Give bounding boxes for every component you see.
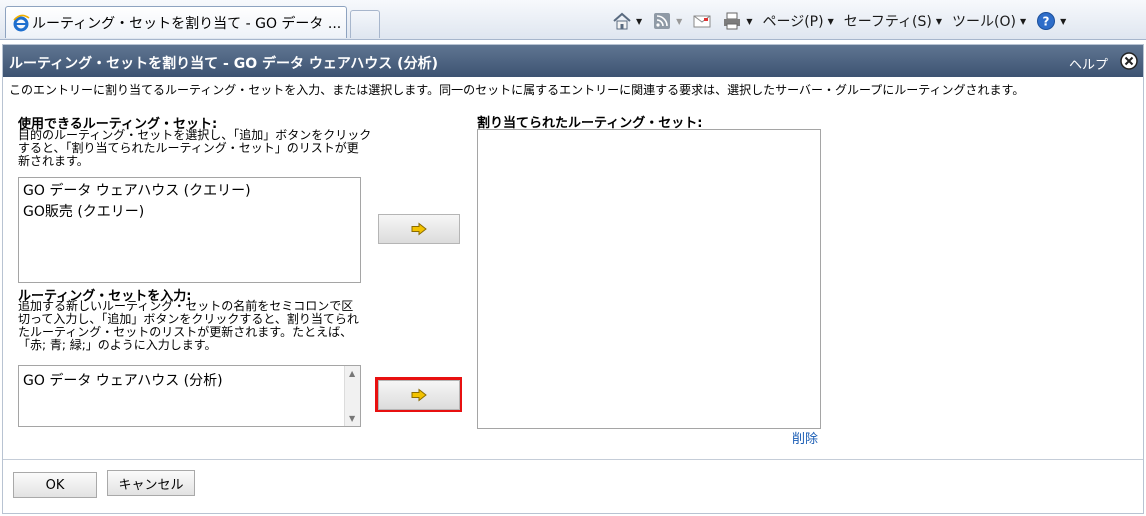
- chevron-down-icon: ▼: [676, 16, 683, 26]
- print-button[interactable]: ▼: [722, 11, 752, 31]
- add-selected-button[interactable]: [378, 214, 460, 244]
- rss-icon: [654, 13, 671, 29]
- chevron-down-icon: ▼: [636, 16, 643, 26]
- available-help-line: 新されます。: [18, 154, 89, 168]
- dialog-description: このエントリーに割り当てるルーティング・セットを入力、または選択します。同一のセ…: [9, 83, 1025, 97]
- home-button[interactable]: ▼: [612, 11, 642, 31]
- tools-menu[interactable]: ツール(O) ▼: [952, 11, 1026, 31]
- safety-menu-label: セーフティ(S): [843, 14, 932, 30]
- page-menu-label: ページ(P): [762, 14, 824, 30]
- arrow-right-icon: [411, 388, 427, 402]
- arrow-right-icon: [411, 222, 427, 236]
- help-menu[interactable]: ? ▼: [1036, 11, 1066, 31]
- ok-button[interactable]: OK: [13, 472, 97, 498]
- list-item[interactable]: GO データ ウェアハウス (クエリー): [23, 181, 356, 202]
- entry-help-line: 「赤; 青; 緑;」のように入力します。: [18, 338, 217, 352]
- delete-link[interactable]: 削除: [792, 428, 818, 447]
- browser-tab[interactable]: ルーティング・セットを割り当て - GO データ ...: [5, 6, 347, 38]
- safety-menu[interactable]: セーフティ(S) ▼: [844, 11, 942, 31]
- chevron-down-icon: ▼: [935, 16, 943, 26]
- add-entered-button[interactable]: [378, 380, 460, 410]
- mail-icon: [693, 15, 711, 28]
- chevron-down-icon: ▼: [746, 16, 753, 26]
- cancel-button[interactable]: キャンセル: [107, 470, 195, 496]
- chevron-down-icon: ▼: [1019, 16, 1027, 26]
- list-item[interactable]: GO販売 (クエリー): [23, 202, 356, 223]
- entry-value: GO データ ウェアハウス (分析): [23, 373, 223, 389]
- entry-help: 追加する新しいルーティング・セットの名前をセミコロンで区 切って入力し、「追加」…: [18, 300, 359, 352]
- ie-logo-icon: [13, 14, 30, 31]
- scroll-down-icon[interactable]: ▼: [349, 414, 355, 423]
- home-icon: [613, 12, 631, 30]
- tab-title: ルーティング・セットを割り当て - GO データ ...: [32, 15, 342, 32]
- feeds-button[interactable]: ▼: [652, 11, 682, 31]
- help-link[interactable]: ヘルプ: [1069, 54, 1108, 73]
- help-icon: ?: [1037, 12, 1056, 30]
- close-icon[interactable]: [1119, 51, 1139, 71]
- footer-divider: [3, 459, 1143, 460]
- scroll-up-icon[interactable]: ▲: [349, 369, 355, 378]
- dialog-header: ルーティング・セットを割り当て - GO データ ウェアハウス (分析) ヘルプ: [3, 45, 1143, 77]
- chevron-down-icon: ▼: [827, 16, 834, 26]
- routing-set-entry-textarea[interactable]: GO データ ウェアハウス (分析) ▲ ▼: [18, 365, 361, 427]
- chevron-down-icon: ▼: [1060, 16, 1067, 26]
- available-help: 目的のルーティング・セットを選択し、「追加」ボタンをクリック すると、「割り当て…: [18, 129, 371, 168]
- browser-chrome: ルーティング・セットを割り当て - GO データ ... ▼ ▼ ▼ ページ(P…: [0, 0, 1146, 40]
- browser-toolbar: ▼ ▼ ▼ ページ(P) ▼ セーフティ(S) ▼ ツール(O) ▼ ? ▼: [612, 8, 1076, 34]
- dialog-title: ルーティング・セットを割り当て - GO データ ウェアハウス (分析): [9, 56, 438, 72]
- mail-button[interactable]: [692, 11, 712, 31]
- assign-routing-set-dialog: ルーティング・セットを割り当て - GO データ ウェアハウス (分析) ヘルプ…: [2, 44, 1144, 514]
- new-tab-button[interactable]: [350, 10, 380, 38]
- assigned-routing-sets-list[interactable]: [477, 129, 821, 429]
- svg-text:?: ?: [1043, 15, 1050, 29]
- textarea-scrollbar[interactable]: ▲ ▼: [344, 366, 360, 426]
- print-icon: [724, 12, 741, 30]
- available-routing-sets-list[interactable]: GO データ ウェアハウス (クエリー) GO販売 (クエリー): [18, 177, 361, 283]
- page-menu[interactable]: ページ(P) ▼: [762, 11, 833, 31]
- tools-menu-label: ツール(O): [952, 14, 1016, 30]
